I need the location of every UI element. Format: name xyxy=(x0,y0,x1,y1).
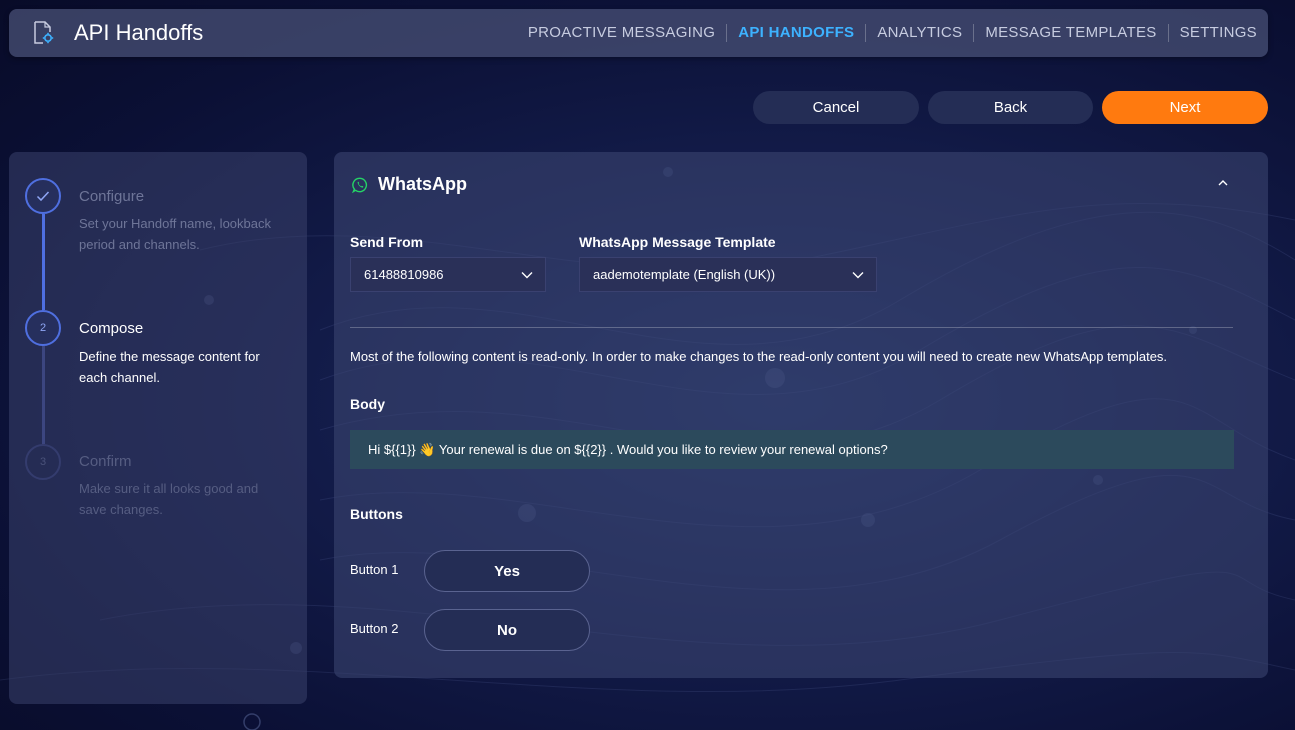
next-button[interactable]: Next xyxy=(1102,91,1268,124)
stepper-line-complete xyxy=(42,214,45,310)
button-2-label: Button 2 xyxy=(350,621,399,636)
step-2-indicator[interactable]: 2 xyxy=(25,310,61,346)
buttons-label: Buttons xyxy=(350,506,403,522)
document-settings-icon xyxy=(34,21,54,44)
template-value: aademotemplate (English (UK)) xyxy=(593,267,776,282)
top-nav: PROACTIVE MESSAGING API HANDOFFS ANALYTI… xyxy=(517,9,1268,57)
stepper-panel: Configure Set your Handoff name, lookbac… xyxy=(9,152,307,704)
template-select[interactable]: aademotemplate (English (UK)) xyxy=(579,257,877,292)
section-divider xyxy=(350,327,1233,328)
step-3-title: Confirm xyxy=(79,453,132,470)
step-3-indicator[interactable]: 3 xyxy=(25,444,61,480)
chevron-up-icon[interactable] xyxy=(1216,176,1230,190)
app-header: API Handoffs PROACTIVE MESSAGING API HAN… xyxy=(9,9,1268,57)
template-label: WhatsApp Message Template xyxy=(579,234,776,250)
quick-reply-button-yes[interactable]: Yes xyxy=(424,550,590,592)
back-button[interactable]: Back xyxy=(928,91,1093,124)
send-from-value: 61488810986 xyxy=(364,267,444,282)
send-from-select[interactable]: 61488810986 xyxy=(350,257,546,292)
step-2-title: Compose xyxy=(79,320,144,337)
send-from-label: Send From xyxy=(350,234,424,250)
step-1-indicator[interactable] xyxy=(25,178,61,214)
nav-settings[interactable]: SETTINGS xyxy=(1169,24,1268,42)
stepper-line-pending xyxy=(42,346,45,444)
whatsapp-icon xyxy=(352,177,368,193)
page-title: API Handoffs xyxy=(74,20,204,45)
nav-proactive-messaging[interactable]: PROACTIVE MESSAGING xyxy=(517,24,728,42)
checkmark-icon xyxy=(36,191,50,202)
body-label: Body xyxy=(350,396,385,412)
step-1-title: Configure xyxy=(79,188,145,205)
step-2-description: Define the message content for each chan… xyxy=(79,349,260,385)
channel-title: WhatsApp xyxy=(378,174,467,194)
cancel-button[interactable]: Cancel xyxy=(753,91,919,124)
body-content: Hi ${{1}} 👋 Your renewal is due on ${{2}… xyxy=(350,430,1234,469)
step-3-description: Make sure it all looks good and save cha… xyxy=(79,481,259,517)
nav-api-handoffs[interactable]: API HANDOFFS xyxy=(727,24,867,42)
nav-analytics[interactable]: ANALYTICS xyxy=(866,24,975,42)
read-only-notice: Most of the following content is read-on… xyxy=(350,349,1168,364)
step-1-description: Set your Handoff name, lookback period a… xyxy=(79,216,271,252)
whatsapp-panel: WhatsApp Send From 61488810986 WhatsApp … xyxy=(334,152,1268,678)
button-1-label: Button 1 xyxy=(350,562,399,577)
chevron-down-icon xyxy=(521,272,533,279)
quick-reply-button-no[interactable]: No xyxy=(424,609,590,651)
nav-message-templates[interactable]: MESSAGE TEMPLATES xyxy=(974,24,1169,42)
chevron-down-icon xyxy=(852,272,864,279)
